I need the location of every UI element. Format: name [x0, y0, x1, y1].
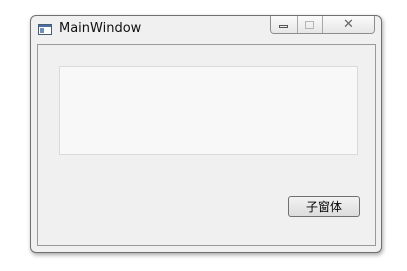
central-widget: 子窗体	[37, 44, 376, 246]
child-window-button[interactable]: 子窗体	[288, 196, 360, 217]
close-button[interactable]: ✕	[323, 16, 374, 33]
text-area[interactable]	[59, 66, 358, 155]
minimize-icon	[279, 25, 289, 28]
title-bar[interactable]: MainWindow ✕	[31, 16, 381, 44]
minimize-button[interactable]	[271, 16, 298, 33]
app-window-icon	[38, 24, 52, 35]
maximize-button[interactable]	[297, 16, 324, 33]
caption-buttons: ✕	[270, 16, 375, 34]
maximize-icon	[305, 20, 315, 29]
window-title: MainWindow	[59, 21, 142, 36]
main-window: MainWindow ✕ 子窗体	[30, 15, 382, 253]
close-icon: ✕	[343, 17, 354, 32]
